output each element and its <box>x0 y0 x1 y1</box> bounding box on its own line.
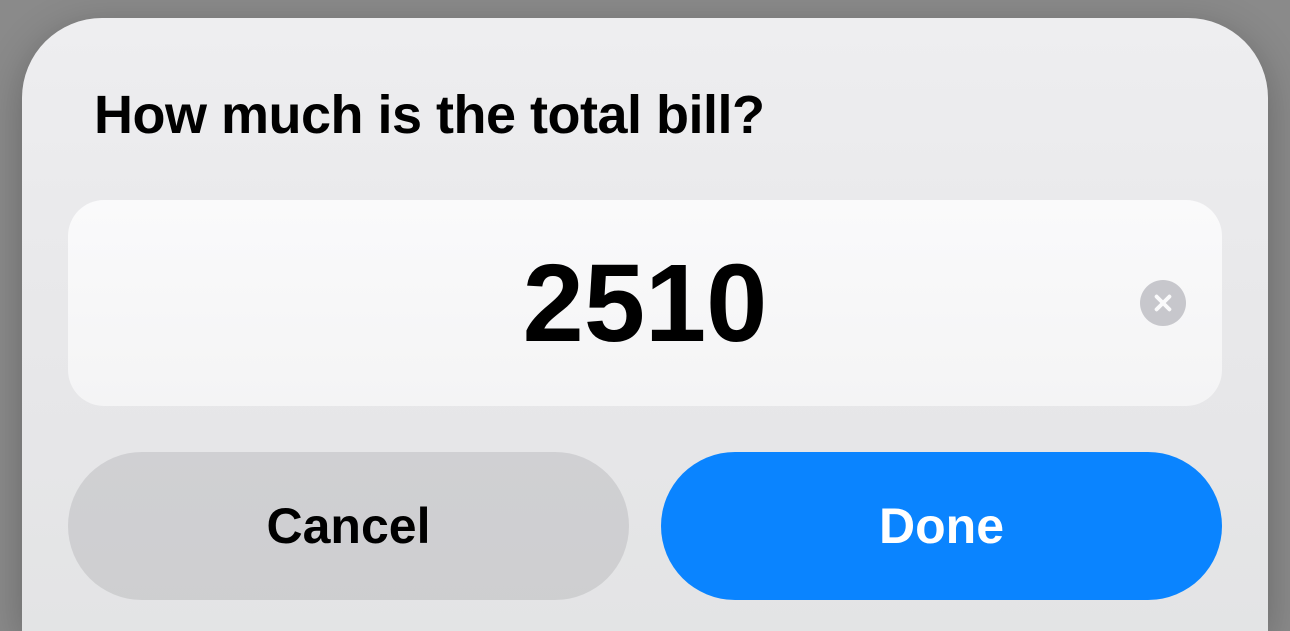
amount-input-container <box>68 200 1222 406</box>
dialog-title: How much is the total bill? <box>94 84 1222 146</box>
clear-input-button[interactable] <box>1140 280 1186 326</box>
amount-input[interactable] <box>68 200 1222 406</box>
dialog-buttons: Cancel Done <box>68 452 1222 600</box>
close-icon <box>1152 292 1174 314</box>
cancel-button[interactable]: Cancel <box>68 452 629 600</box>
done-button[interactable]: Done <box>661 452 1222 600</box>
bill-amount-dialog: How much is the total bill? Cancel Done <box>22 18 1268 631</box>
